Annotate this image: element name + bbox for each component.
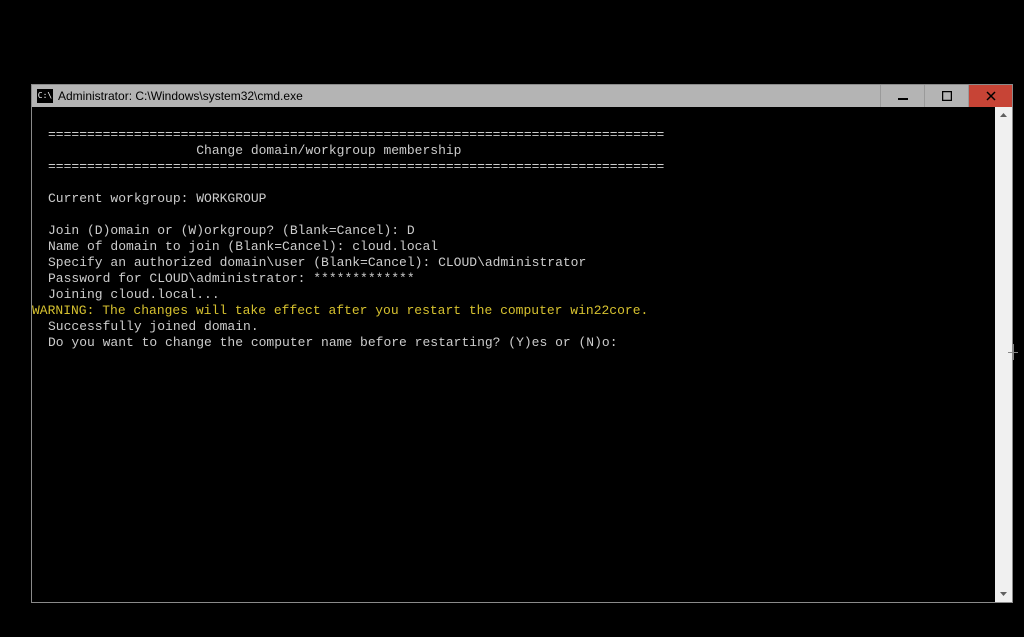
success-line: Successfully joined domain. bbox=[32, 319, 995, 335]
desktop: C:\ Administrator: C:\Windows\system32\c… bbox=[0, 0, 1024, 637]
maximize-button[interactable] bbox=[924, 85, 968, 107]
joining-line: Joining cloud.local... bbox=[32, 287, 995, 303]
separator-line: ========================================… bbox=[32, 159, 995, 175]
join-prompt-line: Join (D)omain or (W)orkgroup? (Blank=Can… bbox=[32, 223, 995, 239]
client-area: ========================================… bbox=[32, 107, 1012, 602]
window-controls bbox=[880, 85, 1012, 107]
scroll-down-button[interactable] bbox=[995, 585, 1012, 602]
cmd-icon: C:\ bbox=[37, 89, 53, 103]
specify-user-line: Specify an authorized domain\user (Blank… bbox=[32, 255, 995, 271]
titlebar[interactable]: C:\ Administrator: C:\Windows\system32\c… bbox=[32, 85, 1012, 107]
window-title: Administrator: C:\Windows\system32\cmd.e… bbox=[58, 89, 880, 103]
terminal-output[interactable]: ========================================… bbox=[32, 107, 995, 602]
separator-line: ========================================… bbox=[32, 127, 995, 143]
password-line: Password for CLOUD\administrator: ******… bbox=[32, 271, 995, 287]
name-domain-line: Name of domain to join (Blank=Cancel): c… bbox=[32, 239, 995, 255]
minimize-icon bbox=[898, 91, 908, 101]
rename-prompt-line: Do you want to change the computer name … bbox=[32, 335, 995, 351]
minimize-button[interactable] bbox=[880, 85, 924, 107]
chevron-down-icon bbox=[999, 589, 1008, 598]
close-button[interactable] bbox=[968, 85, 1012, 107]
warning-line: WARNING: The changes will take effect af… bbox=[32, 303, 995, 319]
maximize-icon bbox=[942, 91, 952, 101]
close-icon bbox=[986, 91, 996, 101]
cmd-window: C:\ Administrator: C:\Windows\system32\c… bbox=[31, 84, 1013, 603]
current-workgroup-line: Current workgroup: WORKGROUP bbox=[32, 191, 995, 207]
resize-handle-right[interactable] bbox=[1006, 347, 1020, 357]
chevron-up-icon bbox=[999, 111, 1008, 120]
scroll-up-button[interactable] bbox=[995, 107, 1012, 124]
header-line: Change domain/workgroup membership bbox=[32, 143, 995, 159]
